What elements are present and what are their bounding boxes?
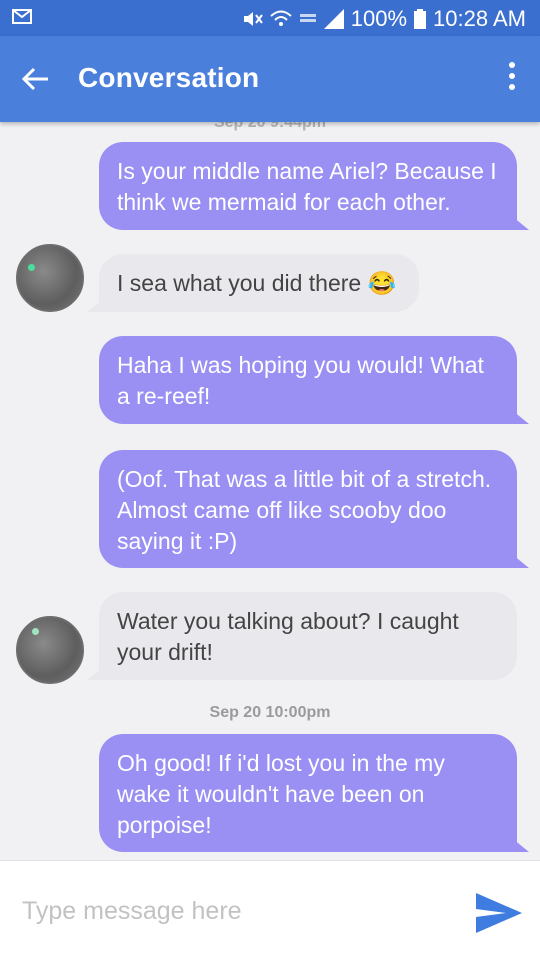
message-list[interactable]: Sep 20 9:44pm Is your middle name Ariel?… [0, 122, 540, 860]
message-bubble-incoming[interactable]: I sea what you did there 😂 [87, 254, 419, 312]
message-bubble-outgoing[interactable]: Is your middle name Ariel? Because I thi… [99, 142, 529, 230]
avatar[interactable] [16, 616, 84, 684]
avatar[interactable] [16, 244, 84, 312]
app-bar: Conversation [0, 36, 540, 122]
battery-icon [414, 9, 427, 29]
4g-icon [299, 14, 316, 22]
message-bubble-outgoing[interactable]: (Oof. That was a little bit of a stretch… [99, 450, 529, 568]
message-text: Haha I was hoping you would! What a re-r… [117, 352, 484, 409]
send-icon[interactable] [474, 891, 524, 935]
arrow-back-icon[interactable] [20, 63, 52, 95]
mail-icon [12, 9, 32, 24]
date-separator: Sep 20 9:44pm [213, 122, 327, 131]
message-bubble-outgoing[interactable]: Oh good! If i'd lost you in the my wake … [99, 734, 529, 852]
mute-icon [243, 12, 263, 26]
message-composer [0, 860, 540, 960]
date-separator: Sep 20 10:00pm [209, 704, 331, 721]
message-bubble-outgoing[interactable]: Haha I was hoping you would! What a re-r… [99, 336, 529, 424]
message-text: Is your middle name Ariel? Because I thi… [117, 158, 497, 215]
message-text: I sea what you did there 😂 [117, 270, 397, 296]
wifi-icon [270, 10, 292, 26]
message-text: (Oof. That was a little bit of a stretch… [117, 466, 492, 554]
message-bubble-incoming[interactable]: Water you talking about? I caught your d… [87, 592, 517, 680]
more-vert-icon[interactable] [506, 62, 518, 96]
message-text: Water you talking about? I caught your d… [117, 608, 459, 665]
message-input[interactable] [22, 893, 442, 929]
signal-icon [323, 9, 344, 29]
battery-percent: 100% [350, 6, 408, 31]
page-title: Conversation [78, 62, 260, 93]
message-text: Oh good! If i'd lost you in the my wake … [117, 750, 445, 838]
status-bar: 100% 10:28 AM [0, 0, 540, 36]
status-time: 10:28 AM [433, 6, 526, 31]
